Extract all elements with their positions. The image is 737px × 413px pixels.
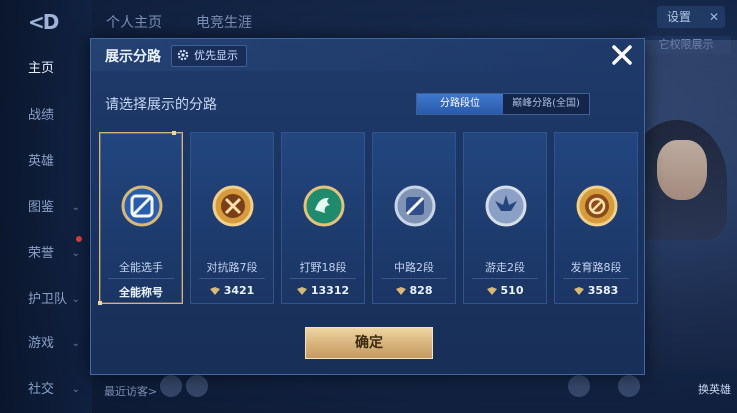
chevron-down-icon: ⌄ — [71, 294, 80, 305]
nav-item-guard-team[interactable]: 护卫队 ⌄ — [0, 286, 92, 314]
confirm-button[interactable]: 确定 — [305, 327, 433, 359]
dialog-header: 展示分路 优先显示 — [91, 39, 644, 71]
nav-item-codex[interactable]: 图鉴 ⌄ — [0, 194, 92, 222]
toggle-peak-lane[interactable]: 巅峰分路(全国) — [503, 94, 589, 114]
hero-face — [657, 140, 707, 200]
card-score: 828 — [373, 284, 455, 297]
farm-lane-badge-icon — [576, 185, 618, 227]
lane-card-clash[interactable]: 对抗路7段 3421 — [190, 132, 274, 304]
roam-badge-icon — [485, 185, 527, 227]
lane-card-roam[interactable]: 游走2段 510 — [463, 132, 547, 304]
settings-button[interactable]: 设置 ✕ — [657, 6, 725, 28]
rank-point-icon — [209, 287, 220, 295]
nav-item-game[interactable]: 游戏 ⌄ — [0, 330, 92, 358]
divider — [472, 278, 538, 279]
rank-point-icon — [573, 287, 584, 295]
close-icon: ✕ — [708, 10, 719, 24]
nav-item-heroes[interactable]: 英雄 — [0, 148, 92, 176]
card-score: 3421 — [191, 284, 273, 297]
card-score: 3583 — [555, 284, 637, 297]
card-score: 510 — [464, 284, 546, 297]
divider — [199, 278, 265, 279]
notification-dot — [76, 236, 82, 242]
toggle-lane-rank[interactable]: 分路段位 — [417, 94, 503, 114]
dialog-subtitle: 请选择展示的分路 — [105, 97, 217, 113]
corner-marker — [98, 301, 102, 305]
visitor-avatar[interactable] — [160, 375, 182, 397]
nav-item-social[interactable]: 社交 ⌄ — [0, 376, 92, 404]
jungle-badge-icon — [303, 185, 345, 227]
close-icon[interactable] — [610, 43, 634, 67]
card-role: 全能选手 — [119, 261, 163, 274]
card-role: 游走2段 — [485, 261, 525, 274]
chevron-down-icon: ⌄ — [71, 384, 80, 395]
card-score: 13312 — [282, 284, 364, 297]
mid-lane-badge-icon — [394, 185, 436, 227]
chevron-down-icon: ⌄ — [71, 338, 80, 349]
card-role: 打野18段 — [299, 261, 347, 274]
chevron-down-icon: ⌄ — [71, 202, 80, 213]
card-role: 发育路8段 — [570, 261, 622, 274]
lane-card-allround[interactable]: 全能选手 全能称号 — [98, 131, 183, 305]
action-icon[interactable] — [568, 375, 590, 397]
nav-item-honor[interactable]: 荣誉 ⌄ — [0, 240, 92, 268]
divider — [381, 278, 447, 279]
tab-personal-home[interactable]: 个人主页 — [106, 12, 162, 32]
card-role: 对抗路7段 — [206, 261, 258, 274]
swap-hero-button[interactable]: 换英雄 — [698, 381, 731, 397]
chevron-down-icon: ⌄ — [71, 248, 80, 259]
dialog-title: 展示分路 — [105, 49, 161, 65]
lane-mode-toggle: 分路段位 巅峰分路(全国) — [416, 93, 590, 115]
divider — [563, 278, 629, 279]
lane-card-jungle[interactable]: 打野18段 13312 — [281, 132, 365, 304]
rank-point-icon — [395, 287, 406, 295]
lane-card-mid[interactable]: 中路2段 828 — [372, 132, 456, 304]
rank-point-icon — [296, 287, 307, 295]
card-role: 中路2段 — [394, 261, 434, 274]
clash-lane-badge-icon — [212, 185, 254, 227]
visitor-avatar[interactable] — [186, 375, 208, 397]
left-nav: <D 主页 战绩 英雄 图鉴 ⌄ 荣誉 ⌄ 护卫队 ⌄ 游戏 ⌄ 社交 ⌄ — [0, 0, 92, 413]
tab-esports-career[interactable]: 电竞生涯 — [196, 12, 252, 32]
display-lane-dialog: 展示分路 优先显示 请选择展示的分路 分路段位 巅峰分路(全国) 全能选手 全能… — [90, 38, 645, 375]
gear-icon — [177, 49, 189, 61]
nav-item-home[interactable]: 主页 — [0, 55, 92, 83]
corner-marker — [172, 131, 176, 135]
play-icon[interactable] — [618, 375, 640, 397]
rank-point-icon — [486, 287, 497, 295]
priority-display-button[interactable]: 优先显示 — [171, 45, 247, 67]
allround-badge-icon — [121, 185, 163, 227]
game-logo: <D — [28, 10, 59, 34]
nav-item-records[interactable]: 战绩 — [0, 102, 92, 130]
divider — [108, 278, 174, 279]
divider — [290, 278, 356, 279]
lane-card-farm[interactable]: 发育路8段 3583 — [554, 132, 638, 304]
card-score: 全能称号 — [119, 286, 163, 299]
recent-visitors-label[interactable]: 最近访客> — [104, 383, 157, 399]
